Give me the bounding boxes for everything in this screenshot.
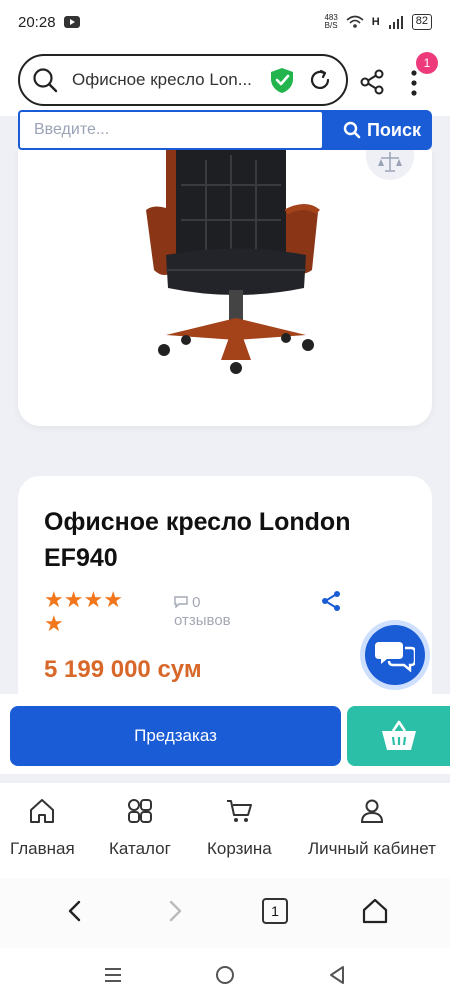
network-type: H	[371, 16, 380, 28]
user-icon	[360, 799, 383, 823]
address-text[interactable]: Офисное кресло Lon...	[72, 70, 262, 90]
nav-cart-label: Корзина	[207, 839, 272, 858]
address-bar[interactable]: Офисное кресло Lon...	[18, 54, 348, 106]
reload-icon[interactable]	[308, 68, 332, 92]
nav-home-label: Главная	[10, 839, 75, 858]
search-icon	[33, 68, 58, 93]
recent-apps-icon[interactable]	[102, 964, 124, 986]
home-icon[interactable]	[360, 896, 390, 926]
tabs-button[interactable]: 1	[262, 898, 288, 924]
signal-icon	[388, 16, 403, 29]
reviews-count: 0	[192, 594, 201, 611]
product-actions: Предзаказ	[0, 694, 450, 774]
chat-bubbles-icon	[375, 642, 415, 672]
search-icon	[343, 121, 361, 139]
status-time: 20:28	[18, 13, 56, 31]
star-icon: ★	[63, 587, 84, 612]
youtube-notification-icon	[63, 16, 80, 28]
product-image-card	[18, 150, 432, 426]
star-icon: ★	[103, 587, 123, 612]
wifi-icon	[346, 15, 364, 28]
back-icon[interactable]	[60, 896, 90, 926]
product-image-chair[interactable]	[136, 150, 336, 380]
rating-stars: ★★★★ ★	[44, 588, 144, 636]
star-icon: ★	[44, 611, 64, 636]
reviews-label: отзывов	[174, 612, 231, 629]
system-navigation	[0, 948, 450, 1000]
product-title: Офисное кресло London EF940	[44, 508, 351, 572]
status-bar: 20:28 483 B/S H 82	[0, 0, 450, 44]
add-to-cart-button[interactable]	[347, 706, 450, 766]
nav-home[interactable]: Главная	[10, 797, 75, 859]
comment-icon	[174, 596, 188, 609]
network-speed: 483 B/S	[324, 14, 337, 30]
site-search-button-label: Поиск	[366, 119, 422, 140]
product-price: 5 199 000 сум	[44, 656, 202, 683]
star-icon: ★	[44, 587, 64, 612]
nav-account-label: Личный кабинет	[308, 839, 436, 858]
shield-check-icon[interactable]	[268, 66, 296, 94]
browser-navigation	[0, 878, 450, 948]
basket-icon	[381, 720, 416, 750]
star-icon: ★	[83, 587, 104, 612]
nav-account[interactable]: Личный кабинет	[308, 797, 436, 859]
share-icon[interactable]	[358, 68, 386, 96]
reviews-link[interactable]: 0 отзывов	[174, 594, 231, 630]
scales-icon	[378, 152, 402, 172]
site-search-bar: Поиск	[18, 110, 432, 150]
browser-toolbar: Офисное кресло Lon... 1	[0, 44, 450, 116]
nav-cart[interactable]: Корзина	[207, 797, 272, 859]
system-back-icon[interactable]	[326, 964, 348, 986]
share-icon[interactable]	[320, 590, 342, 612]
forward-icon[interactable]	[160, 896, 190, 926]
grid-icon	[127, 799, 152, 823]
status-indicators: 483 B/S H 82	[324, 14, 432, 30]
nav-catalog-label: Каталог	[109, 839, 171, 858]
site-search-button[interactable]: Поиск	[332, 110, 432, 150]
system-home-icon[interactable]	[214, 964, 236, 986]
chat-button-inner	[365, 625, 425, 685]
nav-catalog[interactable]: Каталог	[109, 797, 171, 859]
cart-icon	[227, 800, 253, 822]
preorder-button[interactable]: Предзаказ	[10, 706, 341, 766]
network-speed-unit: B/S	[324, 21, 338, 30]
home-icon	[30, 799, 55, 823]
menu-badge: 1	[416, 52, 438, 74]
bottom-navigation: Главная Каталог Корзина Личный кабинет	[0, 782, 450, 878]
battery-indicator: 82	[411, 14, 432, 30]
compare-button[interactable]	[366, 150, 414, 180]
site-search-input[interactable]	[20, 112, 322, 148]
chat-button[interactable]	[360, 620, 430, 690]
